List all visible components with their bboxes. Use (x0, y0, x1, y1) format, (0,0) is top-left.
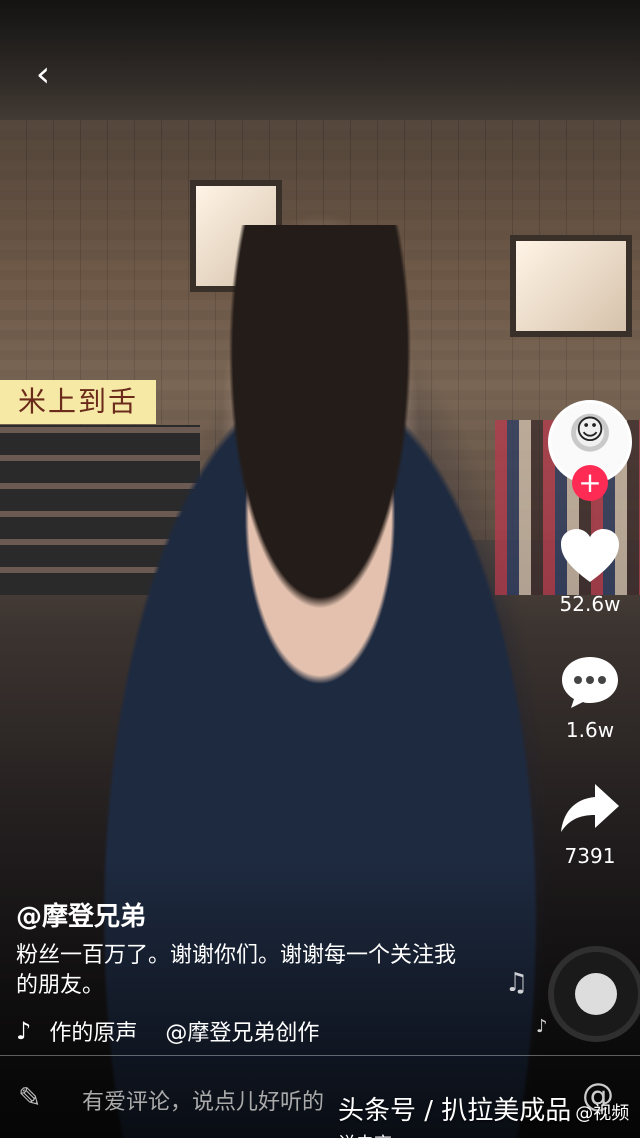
comment-input[interactable]: 有爱评论，说点儿好听的 (82, 1084, 324, 1116)
watermark-text: 头条号 / 扒拉美成品 (338, 1096, 572, 1126)
music-owner: @摩登兄弟创作 (165, 1021, 320, 1046)
share-count: 7391 (564, 844, 616, 868)
watermark: 头条号 / 扒拉美成品@视频说电商 (338, 1090, 640, 1138)
heart-icon (558, 524, 622, 588)
chevron-left-icon: ‹ (35, 54, 51, 95)
video-description: 粉丝一百万了。谢谢你们。谢谢每一个关注我的朋友。 (16, 943, 457, 998)
disc-cover (575, 973, 617, 1015)
pen-icon: ✎ (18, 1081, 42, 1114)
video-caption: @摩登兄弟 粉丝一百万了。谢谢你们。谢谢每一个关注我的朋友。 ♪ 作的原声 @摩… (16, 896, 476, 1047)
top-gradient (0, 0, 640, 120)
music-info[interactable]: ♪ 作的原声 @摩登兄弟创作 (16, 1015, 476, 1047)
share-arrow-icon (558, 776, 622, 840)
comment-count: 1.6w (565, 718, 615, 742)
plus-icon: + (578, 466, 602, 499)
floating-note-icon: ♪ (536, 1016, 548, 1037)
music-note-icon: ♪ (16, 1017, 32, 1045)
action-rail: ☺ + 52.6w 1.6w 7391 (540, 400, 640, 868)
comment-button[interactable]: 1.6w (558, 650, 622, 742)
music-track-title: 作的原声 (49, 1021, 138, 1046)
video-stage[interactable]: 米上到舌 ‹ ☺ + 52.6w (0, 0, 640, 1138)
share-button[interactable]: 7391 (558, 776, 622, 868)
follow-button[interactable]: + (572, 465, 608, 501)
like-count: 52.6w (559, 592, 621, 616)
like-button[interactable]: 52.6w (558, 524, 622, 616)
creator-username[interactable]: @摩登兄弟 (16, 896, 476, 933)
music-disc-button[interactable] (548, 946, 640, 1042)
back-button[interactable]: ‹ (26, 54, 60, 95)
avatar-portrait-icon: ☺ (575, 413, 605, 446)
comment-bubble-icon (558, 650, 622, 714)
floating-note-icon: ♫ (505, 968, 529, 998)
